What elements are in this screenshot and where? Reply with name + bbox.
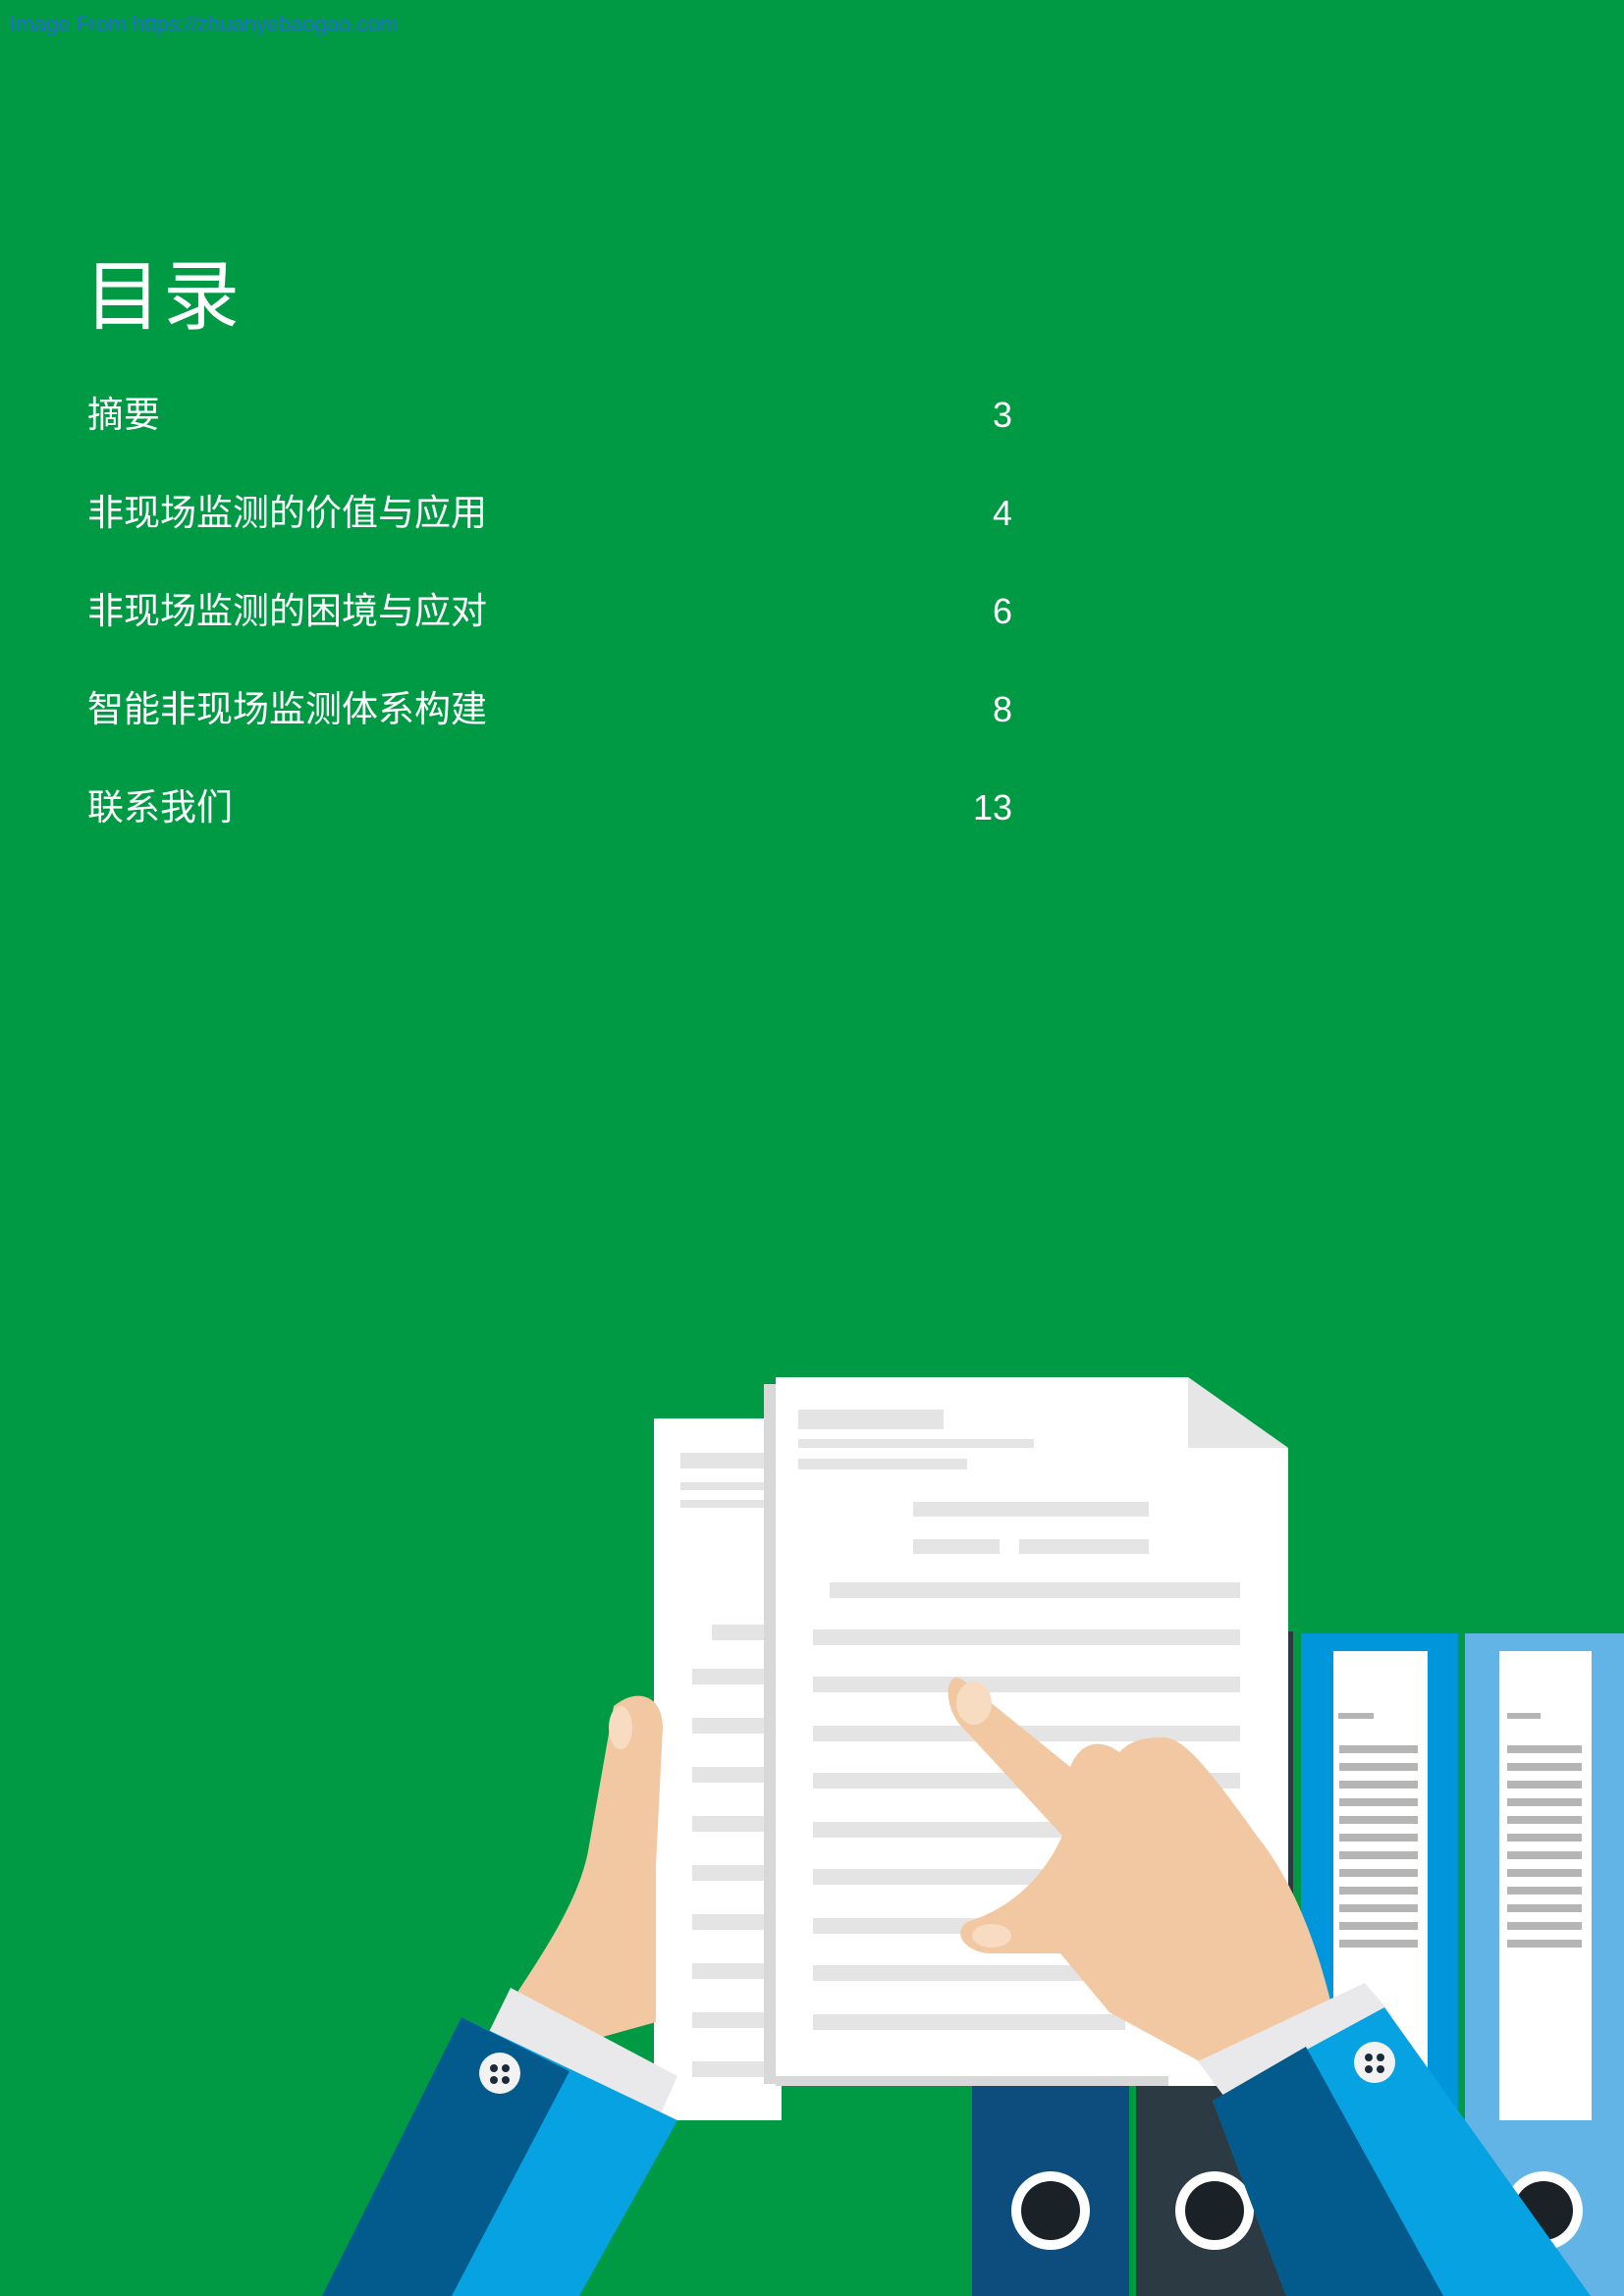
back-document	[654, 1418, 782, 2120]
left-shirt-cuff	[489, 1988, 677, 2120]
left-cufflink	[479, 2053, 520, 2094]
toc-item-label: 非现场监测的困境与应对	[87, 590, 487, 632]
table-of-contents: 摘要 3 非现场监测的价值与应用 4 非现场监测的困境与应对 6 智能非现场监测…	[87, 388, 1012, 879]
binder-ring-hole	[1504, 2171, 1583, 2250]
binder-ring-hole	[1011, 2171, 1090, 2250]
left-hand	[322, 1695, 677, 2296]
binder-blue	[1301, 1633, 1458, 2296]
binder-light-blue	[1465, 1633, 1624, 2296]
toc-item-page-number: 4	[992, 493, 1012, 533]
binder-navy	[972, 1631, 1129, 2296]
right-hand-pointing	[947, 1678, 1591, 2296]
binder-charcoal	[1136, 1631, 1293, 2296]
toc-item-value-and-application[interactable]: 非现场监测的价值与应用 4	[87, 486, 1012, 584]
toc-item-page-number: 13	[972, 787, 1012, 828]
page-title: 目录	[84, 253, 243, 342]
toc-item-label: 摘要	[87, 394, 160, 436]
toc-item-page-number: 6	[992, 591, 1012, 631]
toc-item-system-construction[interactable]: 智能非现场监测体系构建 8	[87, 682, 1012, 780]
binder-ring-hole	[1175, 2171, 1254, 2250]
right-sleeve	[1213, 2007, 1591, 2296]
right-cufflink	[1354, 2042, 1395, 2083]
left-sleeve	[322, 2017, 677, 2296]
toc-item-challenges-and-responses[interactable]: 非现场监测的困境与应对 6	[87, 584, 1012, 682]
binders-group	[972, 1631, 1624, 2296]
right-shirt-cuff	[1198, 1983, 1394, 2101]
toc-item-page-number: 8	[992, 689, 1012, 729]
toc-item-page-number: 3	[992, 395, 1012, 435]
hands-holding-documents-illustration	[322, 1377, 1624, 2296]
toc-item-label: 智能非现场监测体系构建	[87, 688, 487, 730]
toc-item-contact-us[interactable]: 联系我们 13	[87, 780, 1012, 879]
toc-item-label: 非现场监测的价值与应用	[87, 492, 487, 534]
toc-item-summary[interactable]: 摘要 3	[87, 388, 1012, 486]
source-watermark[interactable]: Image From https://zhuanyebaogao.com	[10, 12, 398, 37]
front-document	[764, 1377, 1288, 2086]
toc-item-label: 联系我们	[87, 786, 233, 828]
